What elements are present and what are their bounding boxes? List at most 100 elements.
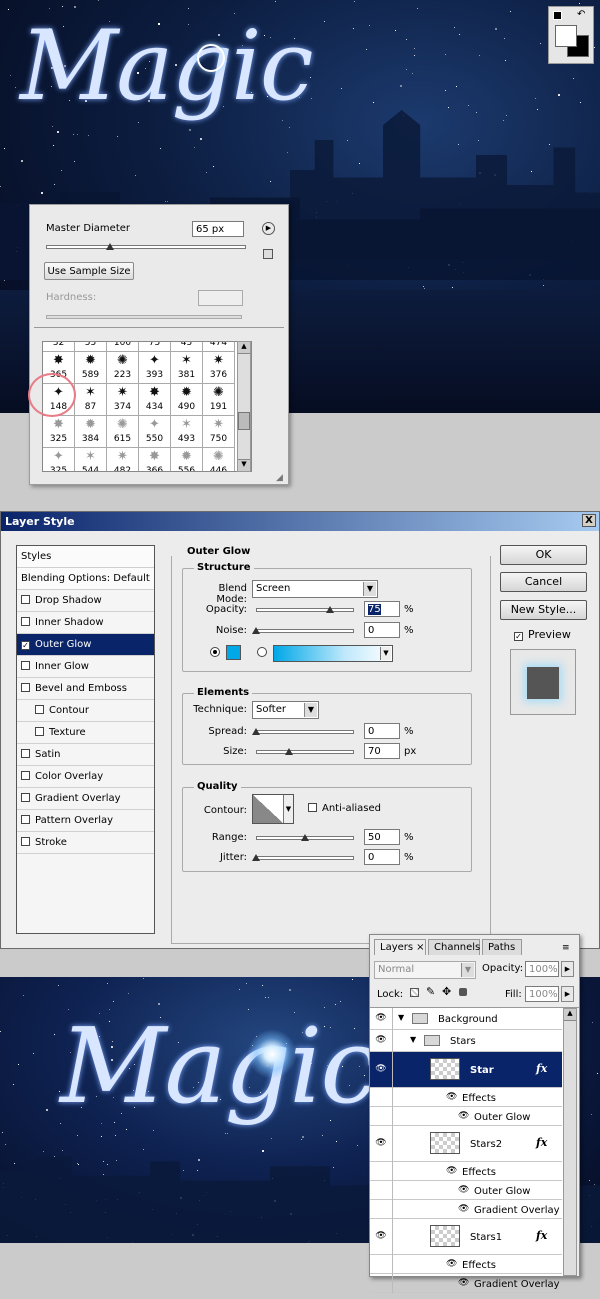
style-checkbox[interactable] — [21, 771, 30, 780]
glow-color-swatch[interactable] — [226, 645, 241, 660]
technique-select[interactable]: Softer ▼ — [252, 701, 319, 719]
brush-preset[interactable]: ✦ 550 — [139, 416, 171, 448]
effect-row[interactable]: 👁 Outer Glow — [370, 1181, 562, 1200]
eye-icon[interactable]: 👁 — [458, 1185, 469, 1195]
brush-preset[interactable]: ✶ 87 — [75, 384, 107, 416]
brush-preset[interactable]: ✷ 482 — [107, 448, 139, 471]
style-item-contour[interactable]: Contour — [17, 700, 154, 722]
spread-thumb[interactable] — [252, 728, 260, 735]
style-item-stroke[interactable]: Stroke — [17, 832, 154, 854]
panel-menu-icon[interactable]: ≡ — [562, 943, 570, 953]
style-checkbox[interactable] — [35, 705, 44, 714]
opacity-arrow-icon[interactable]: ▶ — [561, 961, 574, 977]
effect-row[interactable]: 👁 Outer Glow — [370, 1107, 562, 1126]
gradient-picker[interactable]: ▼ — [273, 645, 393, 662]
panel-menu-icon[interactable]: ▶ — [262, 222, 275, 235]
brush-preset[interactable]: ✸ 434 — [139, 384, 171, 416]
use-sample-size-button[interactable]: Use Sample Size — [44, 262, 134, 280]
jitter-slider[interactable] — [256, 856, 354, 860]
style-item-color-overlay[interactable]: Color Overlay — [17, 766, 154, 788]
style-checkbox[interactable]: ✓ — [21, 641, 30, 650]
eye-icon[interactable]: 👁 — [458, 1204, 469, 1214]
lock-all-icon[interactable] — [459, 988, 467, 996]
brush-preset[interactable]: ✺474 — [203, 342, 235, 352]
layer-row[interactable]: 👁 Stars1 fx — [370, 1219, 562, 1255]
eye-icon[interactable]: 👁 — [375, 1138, 387, 1148]
effects-row[interactable]: 👁 Effects — [370, 1162, 562, 1181]
master-diameter-slider[interactable] — [46, 245, 246, 249]
eye-icon[interactable]: 👁 — [458, 1278, 469, 1288]
style-item-satin[interactable]: Satin — [17, 744, 154, 766]
brush-preset[interactable]: ✷ 750 — [203, 416, 235, 448]
style-item-blending-options-default[interactable]: Blending Options: Default — [17, 568, 154, 590]
brush-preset[interactable]: ✹ 556 — [171, 448, 203, 471]
style-item-bevel-and-emboss[interactable]: Bevel and Emboss — [17, 678, 154, 700]
style-checkbox[interactable] — [21, 683, 30, 692]
layers-scrollbar[interactable]: ▲ — [563, 1008, 577, 1276]
style-item-inner-glow[interactable]: Inner Glow — [17, 656, 154, 678]
swap-colors-icon[interactable]: ↶ — [577, 9, 585, 20]
eye-icon[interactable]: 👁 — [446, 1259, 457, 1269]
noise-thumb[interactable] — [252, 627, 260, 634]
gradient-radio[interactable] — [257, 647, 267, 657]
eye-icon[interactable]: 👁 — [375, 1064, 387, 1074]
brush-grid-scrollbar[interactable]: ▲ ▼ — [237, 341, 251, 472]
eye-icon[interactable]: 👁 — [375, 1035, 387, 1045]
contour-picker[interactable]: ▼ — [252, 794, 294, 824]
foreground-color-swatch[interactable] — [555, 25, 577, 47]
brush-preset[interactable]: ✦ 393 — [139, 352, 171, 384]
style-item-texture[interactable]: Texture — [17, 722, 154, 744]
style-checkbox[interactable] — [21, 749, 30, 758]
tab-paths[interactable]: Paths — [482, 939, 522, 955]
brush-preset[interactable]: ✹45 — [171, 342, 203, 352]
lock-pixels-icon[interactable]: ✎ — [426, 985, 435, 998]
opacity-slider[interactable] — [256, 608, 354, 612]
tab-channels[interactable]: Channels — [428, 939, 480, 955]
eye-icon[interactable]: 👁 — [446, 1166, 457, 1176]
opacity-input[interactable]: 75 — [364, 601, 400, 617]
noise-input[interactable]: 0 — [364, 622, 400, 638]
spread-input[interactable]: 0 — [364, 723, 400, 739]
layer-row[interactable]: 👁 Star fx — [370, 1052, 562, 1088]
expand-triangle-icon[interactable]: ▼ — [410, 1035, 416, 1044]
brush-preset[interactable]: ✸ 325 — [43, 416, 75, 448]
brush-preset[interactable]: ✷ 374 — [107, 384, 139, 416]
layer-row[interactable]: 👁 Stars2 fx — [370, 1126, 562, 1162]
effect-row[interactable]: 👁 Gradient Overlay — [370, 1200, 562, 1219]
style-checkbox[interactable] — [21, 617, 30, 626]
brush-preset[interactable]: ✹ 490 — [171, 384, 203, 416]
anti-aliased-checkbox[interactable]: Anti-aliased — [308, 803, 381, 814]
resize-grip-icon[interactable]: ◢ — [276, 473, 283, 483]
blend-mode-select[interactable]: Normal ▼ — [374, 961, 476, 979]
jitter-thumb[interactable] — [252, 854, 260, 861]
master-diameter-thumb[interactable] — [106, 243, 114, 250]
style-checkbox[interactable] — [21, 815, 30, 824]
brush-preset[interactable]: ✹ 589 — [75, 352, 107, 384]
layer-group[interactable]: 👁 ▼ Stars — [370, 1030, 562, 1052]
range-thumb[interactable] — [301, 834, 309, 841]
style-checkbox[interactable] — [35, 727, 44, 736]
tab-layers[interactable]: Layers × — [374, 939, 426, 955]
size-slider[interactable] — [256, 750, 354, 754]
brush-preset[interactable]: ✶ 381 — [171, 352, 203, 384]
fill-arrow-icon[interactable]: ▶ — [561, 986, 574, 1002]
preview-checkbox[interactable]: ✓ Preview — [514, 628, 571, 641]
fx-icon[interactable]: fx — [536, 1229, 547, 1242]
spread-slider[interactable] — [256, 730, 354, 734]
style-checkbox[interactable] — [21, 837, 30, 846]
eye-icon[interactable]: 👁 — [375, 1231, 387, 1241]
style-checkbox[interactable] — [21, 793, 30, 802]
brush-preset[interactable]: ✺ 446 — [203, 448, 235, 471]
style-item-inner-shadow[interactable]: Inner Shadow — [17, 612, 154, 634]
brush-preset[interactable]: ✺ 615 — [107, 416, 139, 448]
styles-header[interactable]: Styles — [17, 546, 154, 568]
brush-preset[interactable]: ✶55 — [75, 342, 107, 352]
opacity-input[interactable]: 100% — [525, 961, 559, 977]
eye-icon[interactable]: 👁 — [375, 1013, 387, 1023]
master-diameter-input[interactable]: 65 px — [192, 221, 244, 237]
default-colors-icon[interactable] — [553, 11, 562, 20]
effects-row[interactable]: 👁 Effects — [370, 1088, 562, 1107]
blend-mode-select[interactable]: Screen ▼ — [252, 580, 378, 598]
effect-row[interactable]: 👁 Gradient Overlay — [370, 1274, 562, 1293]
scroll-thumb[interactable] — [238, 412, 250, 430]
